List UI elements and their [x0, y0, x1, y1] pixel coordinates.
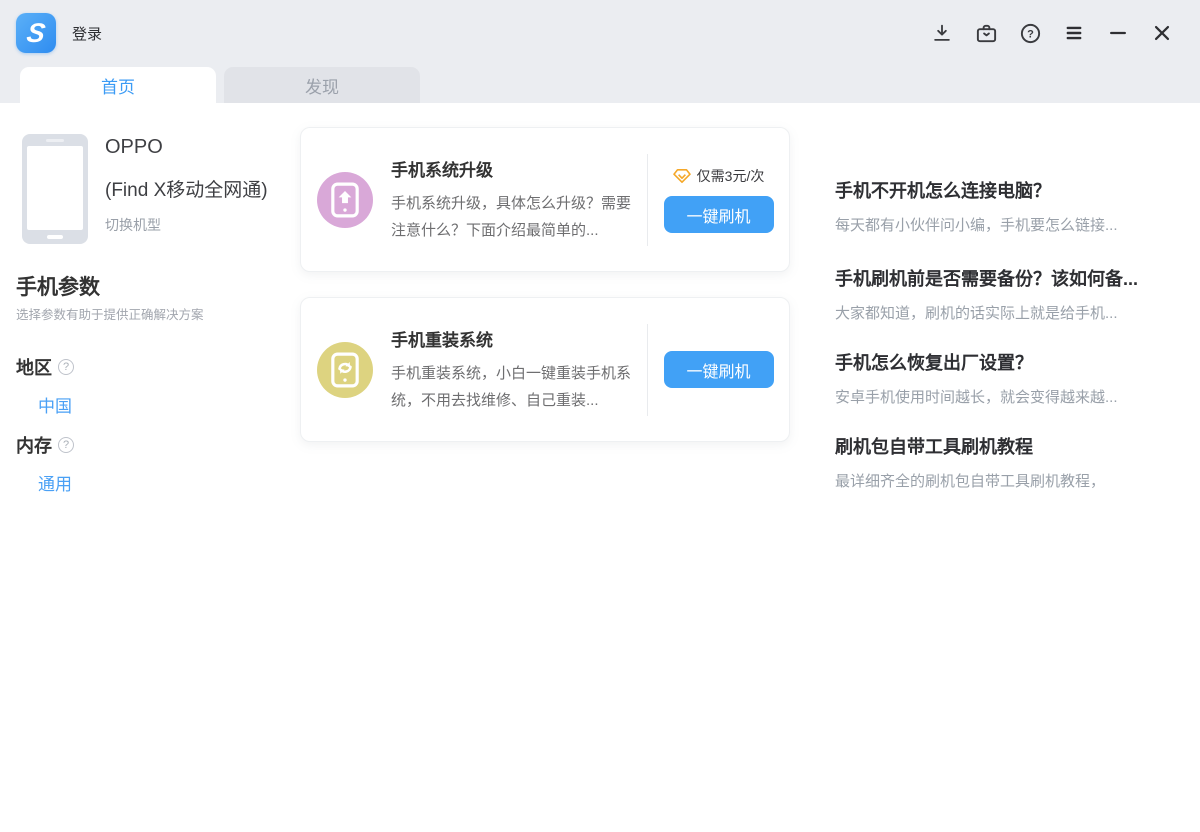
device-phone-homebar	[47, 235, 63, 239]
card-actions: 一键刷机	[648, 351, 789, 388]
memory-value-link[interactable]: 通用	[38, 470, 72, 495]
region-value-link[interactable]: 中国	[38, 392, 72, 417]
card-title: 手机系统升级	[391, 156, 643, 181]
card-system-upgrade: 手机系统升级 手机系统升级，具体怎么升级？需要注意什么？下面介绍最简单的... …	[300, 127, 790, 272]
diamond-icon	[673, 168, 691, 184]
login-button[interactable]: 登录	[72, 23, 102, 44]
close-icon[interactable]	[1150, 21, 1174, 45]
price-row: 仅需3元/次	[673, 166, 765, 186]
card-actions: 仅需3元/次 一键刷机	[648, 166, 789, 233]
article-title: 手机刷机前是否需要备份？该如何备...	[835, 265, 1200, 291]
card-text: 手机系统升级 手机系统升级，具体怎么升级？需要注意什么？下面介绍最简单的...	[391, 156, 643, 244]
region-help-icon[interactable]: ?	[58, 359, 74, 375]
article-title: 刷机包自带工具刷机教程	[835, 433, 1200, 459]
device-phone-screen	[27, 146, 83, 230]
article-desc: 每天都有小伙伴问小编，手机要怎么链接...	[835, 214, 1200, 235]
device-brand: OPPO	[105, 136, 163, 159]
titlebar-actions: ?	[930, 21, 1174, 45]
phone-reinstall-icon	[317, 342, 373, 398]
app-logo: S	[16, 13, 56, 53]
device-phone-image	[22, 134, 88, 244]
one-click-flash-button[interactable]: 一键刷机	[664, 351, 774, 388]
region-label: 地区 ?	[16, 354, 74, 380]
tab-strip: 首页 发现	[0, 66, 1200, 103]
article-desc: 最详细齐全的刷机包自带工具刷机教程，	[835, 470, 1200, 491]
memory-label: 内存 ?	[16, 432, 74, 458]
main-content: OPPO (Find X移动全网通) 切换机型 手机参数 选择参数有助于提供正确…	[0, 103, 1200, 832]
device-phone-speaker	[46, 139, 64, 142]
article-item[interactable]: 手机刷机前是否需要备份？该如何备... 大家都知道，刷机的话实际上就是给手机..…	[835, 265, 1200, 323]
article-title: 手机不开机怎么连接电脑？	[835, 177, 1200, 203]
article-item[interactable]: 刷机包自带工具刷机教程 最详细齐全的刷机包自带工具刷机教程，	[835, 433, 1200, 491]
memory-help-icon[interactable]: ?	[58, 437, 74, 453]
memory-label-text: 内存	[16, 432, 52, 458]
phone-upgrade-icon	[317, 172, 373, 228]
article-title: 手机怎么恢复出厂设置？	[835, 349, 1200, 375]
device-model: (Find X移动全网通)	[105, 175, 268, 202]
card-system-reinstall: 手机重装系统 手机重装系统，小白一键重装手机系统，不用去找维修、自己重装... …	[300, 297, 790, 442]
toolbox-icon[interactable]	[974, 21, 998, 45]
one-click-flash-button[interactable]: 一键刷机	[664, 196, 774, 233]
card-text: 手机重装系统 手机重装系统，小白一键重装手机系统，不用去找维修、自己重装...	[391, 326, 643, 414]
region-label-text: 地区	[16, 354, 52, 380]
tab-discover[interactable]: 发现	[224, 67, 420, 103]
titlebar: S 登录 ?	[0, 0, 1200, 66]
download-icon[interactable]	[930, 21, 954, 45]
tab-home[interactable]: 首页	[20, 67, 216, 103]
params-hint: 选择参数有助于提供正确解决方案	[16, 304, 204, 323]
params-title: 手机参数	[16, 271, 100, 301]
article-desc: 大家都知道，刷机的话实际上就是给手机...	[835, 302, 1200, 323]
switch-device-link[interactable]: 切换机型	[105, 215, 161, 235]
price-text: 仅需3元/次	[697, 166, 765, 186]
article-desc: 安卓手机使用时间越长，就会变得越来越...	[835, 386, 1200, 407]
svg-text:?: ?	[1027, 28, 1034, 40]
card-title: 手机重装系统	[391, 326, 643, 351]
minimize-icon[interactable]	[1106, 21, 1130, 45]
article-item[interactable]: 手机不开机怎么连接电脑？ 每天都有小伙伴问小编，手机要怎么链接...	[835, 177, 1200, 235]
help-icon[interactable]: ?	[1018, 21, 1042, 45]
card-description: 手机重装系统，小白一键重装手机系统，不用去找维修、自己重装...	[391, 360, 643, 414]
app-logo-letter: S	[25, 20, 47, 47]
article-item[interactable]: 手机怎么恢复出厂设置？ 安卓手机使用时间越长，就会变得越来越...	[835, 349, 1200, 407]
card-description: 手机系统升级，具体怎么升级？需要注意什么？下面介绍最简单的...	[391, 190, 643, 244]
menu-icon[interactable]	[1062, 21, 1086, 45]
